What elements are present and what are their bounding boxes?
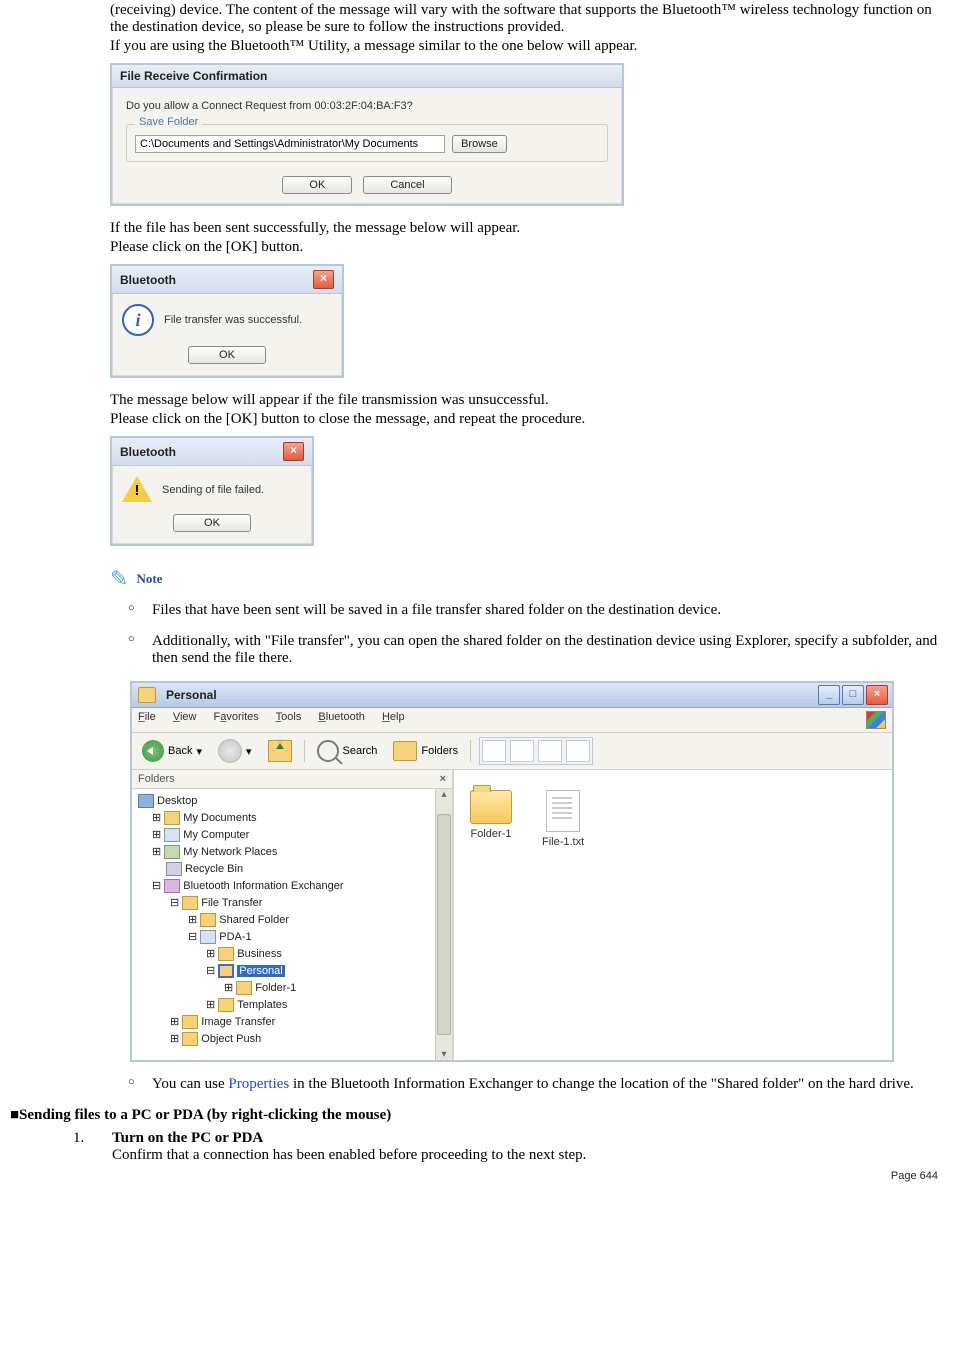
- menu-bluetooth[interactable]: Bluetooth: [318, 711, 365, 723]
- view-icon-3[interactable]: [538, 740, 562, 762]
- folder-item[interactable]: Folder-1: [470, 790, 512, 840]
- after-success-text-2: Please click on the [OK] button.: [110, 239, 944, 256]
- menu-file[interactable]: FFileile: [138, 711, 156, 723]
- windows-logo-icon: [866, 711, 886, 729]
- minimize-button[interactable]: _: [818, 685, 840, 705]
- folder-icon: [200, 913, 216, 927]
- folder-icon: [218, 998, 234, 1012]
- step-1-body: Confirm that a connection has been enabl…: [112, 1147, 586, 1163]
- text-file-icon: [546, 790, 580, 832]
- note-icon: ✎: [110, 566, 128, 592]
- view-icon-4[interactable]: [566, 740, 590, 762]
- after-fail-text-2: Please click on the [OK] button to close…: [110, 411, 944, 428]
- folder-icon: [218, 947, 234, 961]
- after-success-text-1: If the file has been sent successfully, …: [110, 220, 944, 237]
- forward-button[interactable]: ▾: [214, 737, 256, 765]
- network-icon: [164, 845, 180, 859]
- scroll-down-icon[interactable]: ▾: [441, 1049, 446, 1060]
- recycle-bin-icon: [166, 862, 182, 876]
- maximize-button[interactable]: □: [842, 685, 864, 705]
- note-item-3: You can use Properties in the Bluetooth …: [134, 1076, 944, 1093]
- explorer-title: Personal: [166, 688, 217, 702]
- page-number: Page 644: [10, 1170, 944, 1182]
- back-button[interactable]: Back ▾: [138, 738, 206, 764]
- view-icon-1[interactable]: [482, 740, 506, 762]
- ok-button[interactable]: OK: [188, 346, 266, 364]
- device-icon: [200, 930, 216, 944]
- save-folder-legend: Save Folder: [135, 116, 202, 128]
- properties-link[interactable]: Properties: [228, 1076, 289, 1092]
- folder-icon: [164, 811, 180, 825]
- folder-icon: [138, 687, 156, 703]
- close-icon[interactable]: ×: [283, 442, 304, 461]
- bluetooth-icon: [164, 879, 180, 893]
- folder-tree[interactable]: Desktop ⊞ My Documents ⊞ My Computer ⊞ M…: [132, 789, 435, 1060]
- scroll-thumb[interactable]: [437, 814, 451, 1035]
- browse-button[interactable]: Browse: [452, 135, 507, 153]
- note-item-1: Files that have been sent will be saved …: [134, 602, 944, 619]
- forward-arrow-icon: [218, 739, 242, 763]
- back-arrow-icon: [142, 740, 164, 762]
- folder-icon: [182, 896, 198, 910]
- section-heading: ■Sending files to a PC or PDA (by right-…: [10, 1107, 944, 1124]
- note-item-2: Additionally, with "File transfer", you …: [134, 633, 944, 667]
- ok-button[interactable]: OK: [282, 176, 352, 194]
- folder-icon: [182, 1032, 198, 1046]
- up-folder-icon: [268, 740, 292, 762]
- file-receive-dialog: File Receive Confirmation Do you allow a…: [110, 63, 624, 206]
- msgbox-title: Bluetooth: [120, 273, 176, 287]
- up-button[interactable]: [264, 738, 296, 764]
- folders-pane-close-icon[interactable]: ×: [440, 773, 446, 785]
- bluetooth-success-msgbox: Bluetooth × i File transfer was successf…: [110, 264, 344, 378]
- folders-pane-label: Folders: [138, 773, 175, 785]
- search-button[interactable]: Search: [313, 738, 382, 764]
- dialog-title: File Receive Confirmation: [120, 69, 267, 83]
- folder-icon: [470, 790, 512, 824]
- folder-icon: [182, 1015, 198, 1029]
- msgbox-text: Sending of file failed.: [162, 484, 264, 496]
- folder-open-icon: [218, 964, 234, 978]
- msgbox-title: Bluetooth: [120, 445, 176, 459]
- computer-icon: [164, 828, 180, 842]
- close-icon[interactable]: ×: [313, 270, 334, 289]
- menu-view[interactable]: View: [173, 711, 197, 723]
- tree-scrollbar[interactable]: ▴ ▾: [435, 789, 452, 1060]
- intro-paragraph-2: If you are using the Bluetooth™ Utility,…: [110, 38, 944, 55]
- explorer-window: Personal _ □ × FFileile View Favorites T…: [130, 681, 894, 1062]
- search-icon: [317, 740, 339, 762]
- close-button[interactable]: ×: [866, 685, 888, 705]
- scroll-up-icon[interactable]: ▴: [441, 789, 446, 800]
- folders-icon: [393, 741, 417, 761]
- desktop-icon: [138, 794, 154, 808]
- msgbox-text: File transfer was successful.: [164, 314, 302, 326]
- bluetooth-fail-msgbox: Bluetooth × Sending of file failed. OK: [110, 436, 314, 546]
- save-folder-group: Save Folder Browse: [126, 124, 608, 162]
- save-folder-path-input[interactable]: [135, 135, 445, 153]
- view-icon-2[interactable]: [510, 740, 534, 762]
- file-item[interactable]: File-1.txt: [542, 790, 584, 848]
- menu-help[interactable]: Help: [382, 711, 405, 723]
- folders-button[interactable]: Folders: [389, 739, 462, 763]
- view-mode-buttons[interactable]: [479, 737, 593, 765]
- explorer-content-pane[interactable]: Folder-1 File-1.txt: [454, 770, 892, 1060]
- after-fail-text-1: The message below will appear if the fil…: [110, 392, 944, 409]
- menu-tools[interactable]: Tools: [276, 711, 302, 723]
- ok-button[interactable]: OK: [173, 514, 251, 532]
- note-label: Note: [136, 571, 162, 587]
- folder-icon: [236, 981, 252, 995]
- cancel-button[interactable]: Cancel: [363, 176, 451, 194]
- intro-paragraph-1: (receiving) device. The content of the m…: [110, 2, 944, 36]
- info-icon: i: [122, 304, 154, 336]
- warning-icon: [122, 476, 152, 504]
- step-1-title: Turn on the PC or PDA: [112, 1130, 263, 1146]
- menu-favorites[interactable]: Favorites: [214, 711, 259, 723]
- dialog-prompt: Do you allow a Connect Request from 00:0…: [126, 100, 608, 112]
